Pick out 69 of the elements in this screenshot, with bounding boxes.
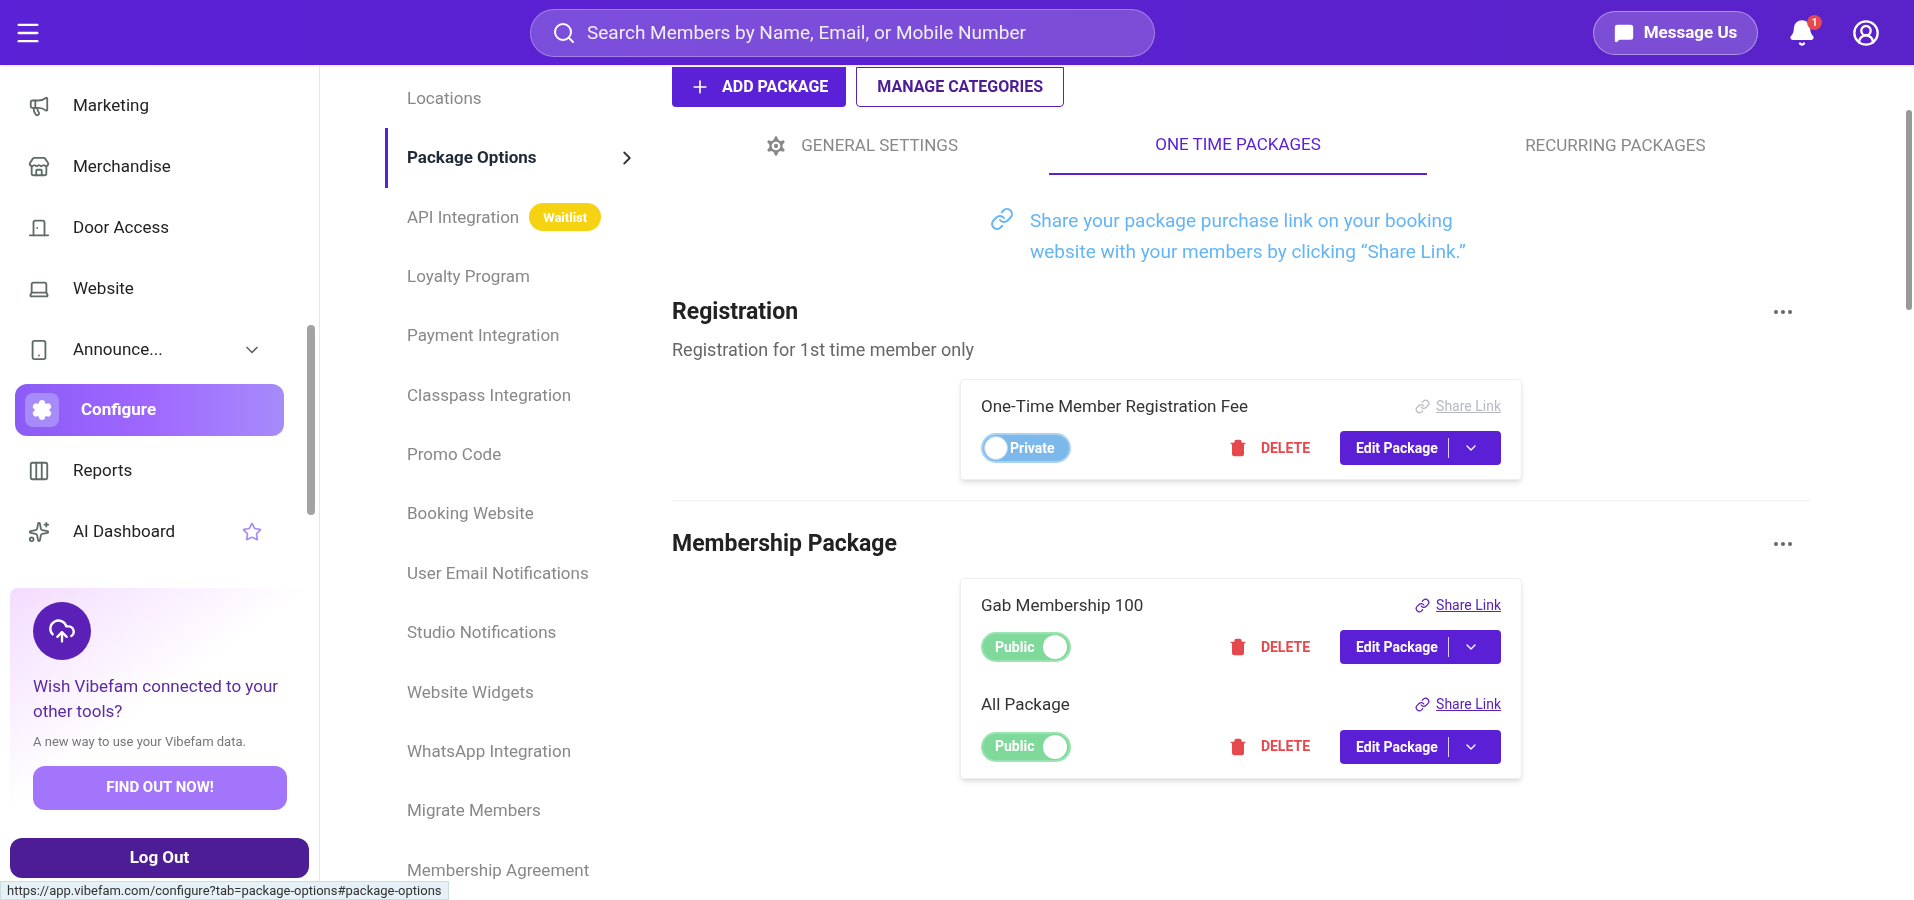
sidebar-item[interactable]: Website [15, 258, 284, 319]
edit-package-button[interactable]: Edit Package [1340, 729, 1501, 764]
sidebar-item[interactable]: Reports [15, 440, 284, 501]
notification-badge: 1 [1807, 14, 1822, 30]
settings-menu-item[interactable]: Loyalty Program [385, 247, 660, 307]
settings-menu-item[interactable]: Classpass Integration [385, 365, 660, 426]
settings-menu-item[interactable]: API Integration Waitlist [385, 187, 660, 248]
package-name: All Package [981, 693, 1070, 716]
add-package-button[interactable]: ADD PACKAGE [672, 67, 847, 107]
settings-menu-item[interactable]: User Email Notifications [385, 543, 660, 604]
share-link[interactable]: Share Link [1415, 694, 1501, 716]
sidebar-item[interactable]: Configure [15, 384, 284, 436]
message-button[interactable]: Message Us [1593, 10, 1758, 55]
trash-icon [1228, 638, 1247, 656]
sparkles-icon [28, 520, 50, 543]
settings-menu-item[interactable]: Payment Integration [385, 306, 660, 366]
sidebar-item[interactable]: AI Dashboard [15, 501, 284, 562]
settings-menu-item[interactable]: Studio Notifications [385, 603, 660, 663]
star-icon[interactable] [242, 521, 262, 542]
delete-button[interactable]: DELETE [1228, 736, 1310, 757]
settings-menu-item[interactable]: Locations [385, 69, 660, 129]
promo-title: Wish Vibefam connected to your other tools? [33, 675, 280, 723]
scrollbar-thumb[interactable] [307, 325, 315, 515]
settings-menu-item[interactable]: Migrate Members [385, 781, 660, 841]
store-icon [28, 155, 50, 178]
info-text: Share your package purchase link on your booking website with your members by clicking “Share Link.” [1030, 208, 1467, 265]
waitlist-badge: Waitlist [529, 203, 602, 232]
delete-button[interactable]: DELETE [1228, 437, 1310, 459]
link-icon [1415, 398, 1431, 414]
trash-icon [1228, 737, 1247, 756]
section-title: Membership Package [672, 529, 897, 559]
search-icon [552, 20, 576, 45]
settings-menu-item[interactable]: WhatsApp Integration [385, 721, 660, 782]
settings-menu-item[interactable]: Promo Code [385, 425, 660, 485]
settings-menu-item[interactable]: Package Options [385, 128, 660, 188]
sidebar-item[interactable]: Announce... [15, 319, 284, 380]
megaphone-icon [28, 94, 50, 117]
settings-menu-item[interactable]: Website Widgets [385, 662, 660, 722]
tab[interactable]: ONE TIME PACKAGES [1049, 117, 1427, 175]
scrollbar-thumb[interactable] [1906, 110, 1912, 310]
section-subtitle: Registration for 1st time member only [672, 337, 976, 362]
sidebar-item[interactable]: Merchandise [15, 136, 284, 197]
trash-icon [1228, 439, 1247, 457]
table-icon [28, 459, 50, 482]
sidebar-item[interactable]: Marketing [15, 75, 284, 136]
edit-package-button[interactable]: Edit Package [1340, 630, 1501, 664]
link-icon [1415, 697, 1431, 713]
tab[interactable]: GENERAL SETTINGS [672, 117, 1050, 175]
cloud-upload-icon [48, 617, 76, 645]
section-title: Registration [672, 297, 799, 327]
logout-button[interactable]: Log Out [10, 838, 309, 878]
link-icon [1415, 597, 1431, 613]
promo-text: A new way to use your Vibefam data. [33, 733, 247, 751]
sidebar-item[interactable]: Door Access [15, 197, 284, 258]
status-url: https://app.vibefam.com/configure?tab=package-options#package-options [0, 881, 449, 900]
visibility-toggle[interactable]: Private [981, 433, 1071, 463]
package-name: One-Time Member Registration Fee [981, 394, 1248, 418]
find-out-button[interactable]: FIND OUT NOW! [33, 765, 287, 810]
delete-button[interactable]: DELETE [1228, 636, 1310, 658]
manage-categories-button[interactable]: MANAGE CATEGORIES [856, 67, 1065, 107]
notification-icon[interactable] [1788, 18, 1816, 47]
account-icon[interactable] [1852, 18, 1880, 47]
tab[interactable]: RECURRING PACKAGES [1426, 117, 1804, 175]
settings-menu-item[interactable]: Booking Website [385, 484, 660, 544]
edit-package-button[interactable]: Edit Package [1340, 431, 1501, 465]
share-link[interactable]: Share Link [1415, 594, 1501, 616]
link-icon [990, 207, 1014, 231]
package-name: Gab Membership 100 [981, 593, 1144, 617]
chat-icon [1613, 22, 1634, 43]
